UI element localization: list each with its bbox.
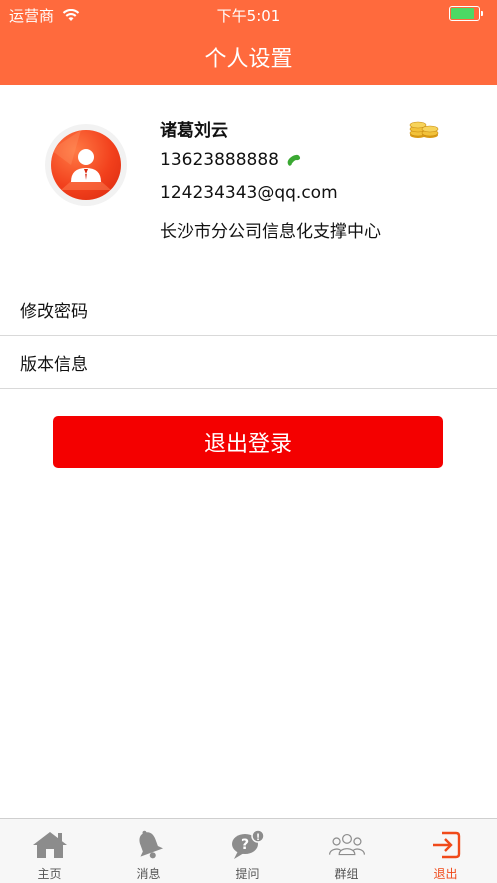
tab-messages[interactable]: 消息 (99, 819, 198, 883)
bell-icon (139, 830, 163, 859)
logout-button[interactable]: 退出登录 (53, 416, 443, 468)
phone-number: 13623888888 (160, 150, 279, 170)
svg-text:?: ? (240, 837, 248, 853)
tab-home[interactable]: 主页 (0, 819, 99, 883)
phone-icon[interactable] (285, 152, 301, 168)
avatar-image (51, 130, 121, 200)
tab-groups[interactable]: 群组 (297, 819, 396, 883)
tab-messages-label: 消息 (136, 867, 161, 881)
group-icon (328, 833, 365, 856)
version-info-row[interactable]: 版本信息 (0, 337, 497, 389)
department: 长沙市分公司信息化支撑中心 (160, 222, 381, 242)
phone-row: 13623888888 (160, 150, 301, 170)
person-icon (51, 130, 111, 190)
home-icon (32, 832, 67, 858)
tab-groups-label: 群组 (334, 867, 359, 881)
tab-exit-label: 退出 (433, 867, 458, 881)
tab-exit[interactable]: 退出 (396, 819, 495, 883)
battery-icon (449, 6, 483, 21)
exit-icon (432, 831, 460, 859)
question-bubble-icon: ? ! (231, 829, 265, 859)
email: 124234343@qq.com (160, 183, 338, 203)
change-password-row[interactable]: 修改密码 (0, 284, 497, 336)
clock: 下午5:01 (216, 7, 281, 25)
coins-icon[interactable] (409, 118, 439, 140)
nav-bar: 个人设置 (0, 28, 497, 85)
tab-bar: 主页 消息 ? ! 提问 群组 退出 (0, 818, 497, 883)
page-title: 个人设置 (204, 46, 293, 72)
user-name: 诸葛刘云 (160, 121, 228, 141)
tab-home-label: 主页 (37, 867, 62, 881)
svg-text:!: ! (255, 833, 259, 843)
tab-ask-label: 提问 (235, 867, 260, 881)
tab-ask[interactable]: ? ! 提问 (198, 819, 297, 883)
avatar[interactable] (45, 124, 127, 206)
change-password-label: 修改密码 (20, 302, 88, 322)
status-bar: 运营商 下午5:01 (0, 0, 497, 28)
version-info-label: 版本信息 (20, 355, 88, 375)
